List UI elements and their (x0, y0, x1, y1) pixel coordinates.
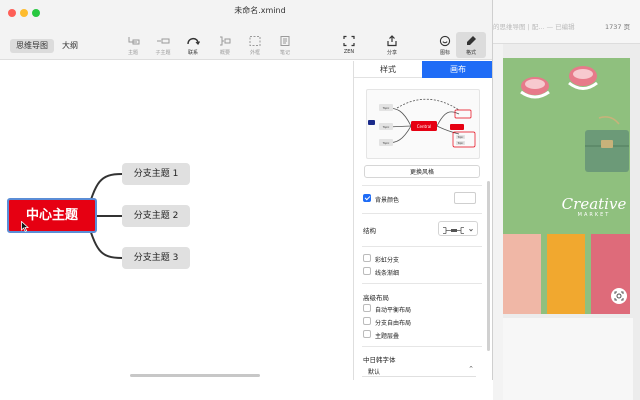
theme-preview[interactable]: Central Topic Topic Topic Topic Topic (366, 89, 480, 159)
tapered-lines-label: 线条渐细 (375, 270, 400, 277)
tab-canvas[interactable]: 画布 (422, 61, 492, 78)
screen: 未命名.xmind 思维导图 大纲 主题 子主题 联系 概要 外框 笔记 ZEN… (0, 0, 640, 400)
background-color-well[interactable] (454, 192, 476, 204)
topic-overlap-checkbox[interactable] (363, 330, 371, 338)
tab-mindmap[interactable]: 思维导图 (10, 39, 54, 53)
relationship-label: 联系 (187, 50, 198, 56)
color-card-peach (503, 234, 541, 314)
background-window-titlebar: 的思维导图 | 配... — 已编辑 1737 页 (493, 0, 640, 44)
color-card-orange (547, 234, 585, 314)
divider (362, 246, 482, 247)
format-icon (467, 36, 476, 45)
share-icon (387, 35, 397, 47)
minimize-window-button[interactable] (20, 9, 28, 17)
zoom-window-button[interactable] (32, 9, 40, 17)
summary-button[interactable]: 概要 (210, 32, 240, 58)
auto-balance-checkbox[interactable] (363, 304, 371, 312)
background-window-title: 的思维导图 | 配... — 已编辑 (493, 23, 575, 31)
share-label: 分享 (386, 50, 397, 56)
zen-label: ZEN (343, 49, 355, 55)
subtopic-label: 子主题 (155, 50, 171, 56)
document-title: 未命名.xmind (234, 6, 286, 15)
advanced-layout-label: 高级布局 (363, 294, 389, 302)
stock-photo: Creative MARKET (503, 58, 630, 314)
divider (362, 283, 482, 284)
boundary-label: 外框 (249, 50, 260, 56)
change-style-button[interactable]: 更换风格 (364, 165, 480, 178)
panel-scrollbar[interactable] (487, 181, 490, 351)
camera-search-icon (614, 291, 624, 301)
background-window-footer (503, 318, 633, 400)
background-window-time: 1737 页 (605, 23, 631, 31)
structure-label: 结构 (363, 227, 376, 235)
relationship-button[interactable]: 联系 (178, 32, 208, 58)
free-branch-checkbox[interactable] (363, 317, 371, 325)
tab-style[interactable]: 样式 (354, 61, 422, 78)
cjk-font-label: 中日韩字体 (363, 356, 396, 364)
auto-balance-label: 自动平衡布局 (375, 307, 412, 314)
divider (362, 346, 482, 347)
mouse-cursor-icon (21, 221, 29, 232)
sneakers-illustration (520, 66, 598, 99)
format-button[interactable]: 格式 (456, 32, 486, 58)
summary-icon (220, 36, 231, 46)
share-button[interactable]: 分享 (377, 32, 407, 58)
free-branch-label: 分支自由布局 (375, 320, 412, 327)
cjk-font-select[interactable]: 默认 ⌃ (362, 365, 476, 377)
preview-topic-text-3: Topic (383, 141, 390, 145)
background-color-checkbox[interactable] (363, 194, 371, 202)
summary-label: 概要 (219, 50, 230, 56)
preview-topic-text-1: Topic (383, 106, 390, 110)
rainbow-branch-label: 彩虹分支 (375, 257, 400, 264)
topic-icon (128, 37, 140, 45)
preview-topic-text-2: Topic (383, 125, 390, 129)
watermark-line-1: Creative (561, 195, 627, 213)
topic-overlap-label: 主题层叠 (375, 333, 400, 340)
divider (362, 213, 482, 214)
boundary-icon (249, 36, 261, 46)
preview-topic-text-5: Topic (458, 142, 465, 145)
background-window[interactable]: 的思维导图 | 配... — 已编辑 1737 页 Creative MARKE… (493, 0, 640, 400)
background-window-gutter (493, 44, 503, 400)
xmind-window: 未命名.xmind 思维导图 大纲 主题 子主题 联系 概要 外框 笔记 ZEN… (0, 0, 493, 380)
topic-button[interactable]: 主题 (118, 32, 148, 58)
boundary-button[interactable]: 外框 (240, 32, 270, 58)
background-color-label: 背景颜色 (375, 197, 400, 204)
cjk-font-value: 默认 (368, 369, 381, 376)
preview-central-text: Central (417, 124, 432, 129)
note-button[interactable]: 笔记 (270, 32, 300, 58)
zen-mode-button[interactable]: ZEN (334, 32, 364, 58)
structure-select[interactable] (438, 221, 478, 236)
format-panel: 样式 画布 Central Topic Topic Topic Topic To… (353, 61, 492, 380)
preview-topic-text-4: Topic (458, 136, 465, 139)
theme-preview-graphic: Central Topic Topic Topic Topic Topic (368, 98, 476, 148)
relationship-icon (187, 37, 200, 45)
format-label: 格式 (465, 50, 476, 56)
wallet-illustration (585, 116, 629, 172)
tab-outline[interactable]: 大纲 (56, 39, 84, 53)
subtopic-button[interactable]: 子主题 (148, 32, 178, 58)
subtopic-icon (157, 38, 170, 44)
horizontal-scrollbar[interactable] (130, 374, 260, 377)
creative-market-watermark: Creative MARKET (559, 196, 629, 218)
branch-topic-3[interactable]: 分支主题 3 (122, 247, 190, 269)
topic-label: 主题 (127, 50, 138, 56)
branch-topic-1[interactable]: 分支主题 1 (122, 163, 190, 185)
divider (362, 185, 482, 186)
note-label: 笔记 (279, 50, 290, 56)
note-icon (280, 36, 290, 46)
zen-icon (343, 35, 355, 47)
tapered-lines-checkbox[interactable] (363, 267, 371, 275)
rainbow-branch-checkbox[interactable] (363, 254, 371, 262)
title-bar: 未命名.xmind 思维导图 大纲 主题 子主题 联系 概要 外框 笔记 ZEN… (0, 0, 492, 60)
logic-chart-structure-icon (443, 227, 473, 234)
branch-topic-2[interactable]: 分支主题 2 (122, 205, 190, 227)
updown-chevron-icon: ⌃ (468, 365, 474, 373)
close-window-button[interactable] (8, 9, 16, 17)
visual-search-button[interactable] (611, 288, 627, 304)
emoji-icon (439, 35, 451, 47)
